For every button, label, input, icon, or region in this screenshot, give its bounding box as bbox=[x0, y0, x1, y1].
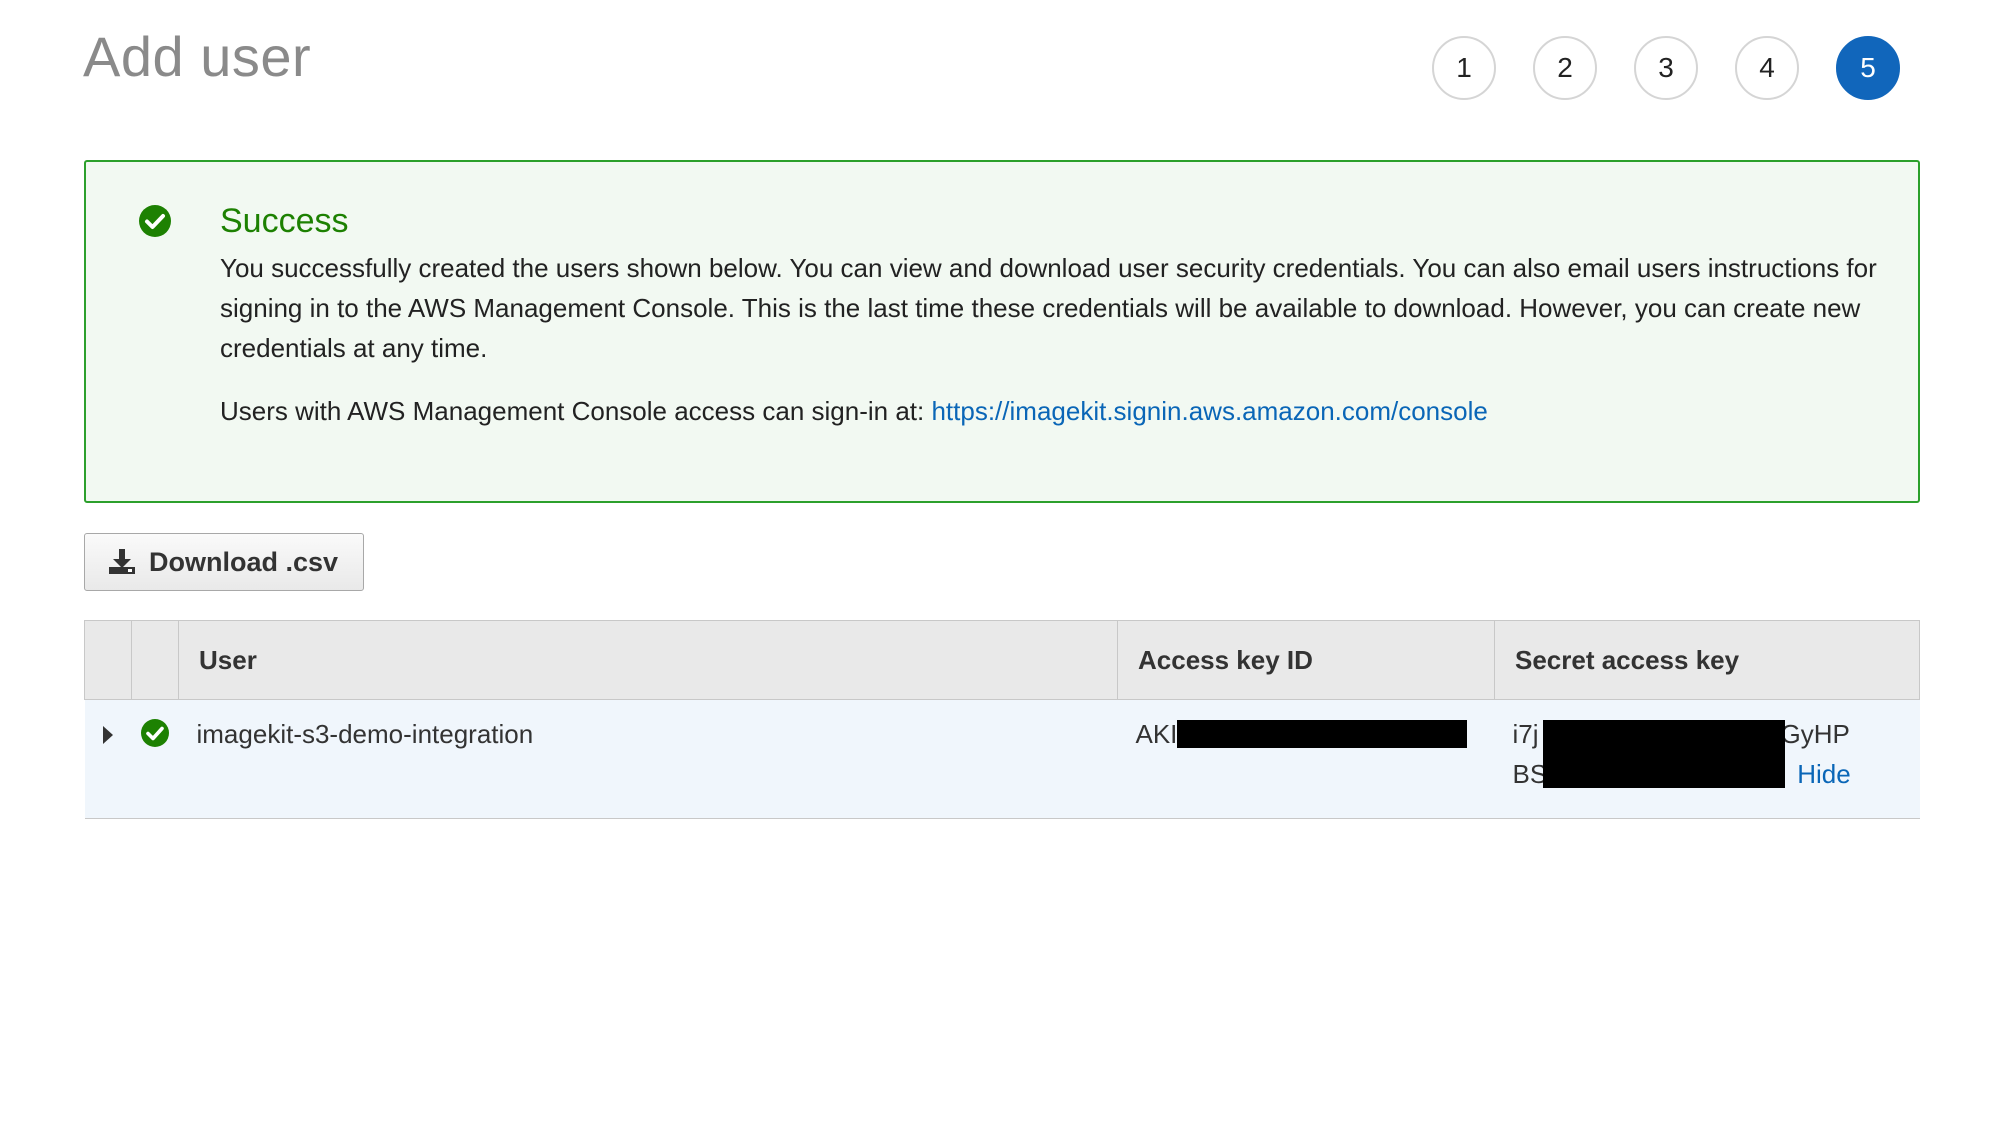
check-circle-icon bbox=[139, 205, 171, 237]
caret-right-icon[interactable] bbox=[103, 726, 113, 744]
header-user[interactable]: User bbox=[178, 620, 1118, 700]
secret-key-cell: i7j GyHP BS Hide bbox=[1494, 699, 1920, 819]
secret-line1-suffix: GyHP bbox=[1780, 719, 1850, 749]
user-name: imagekit-s3-demo-integration bbox=[196, 719, 534, 749]
wizard-steps: 1 2 3 4 5 bbox=[1432, 36, 1900, 100]
alert-title: Success bbox=[220, 202, 349, 240]
header-status-col bbox=[131, 620, 179, 700]
user-cell: imagekit-s3-demo-integration bbox=[178, 699, 1118, 819]
hide-secret-link[interactable]: Hide bbox=[1797, 759, 1850, 789]
access-key-prefix: AKI bbox=[1135, 719, 1178, 749]
step-1[interactable]: 1 bbox=[1432, 36, 1496, 100]
header-expand-col bbox=[84, 620, 132, 700]
download-csv-button[interactable]: Download .csv bbox=[84, 533, 364, 591]
credentials-table: User Access key ID Secret access key ima… bbox=[84, 620, 1920, 819]
header-access-key-id[interactable]: Access key ID bbox=[1117, 620, 1495, 700]
access-key-redaction bbox=[1177, 720, 1468, 748]
access-key-cell: AKI bbox=[1117, 699, 1495, 819]
check-circle-icon bbox=[141, 719, 169, 747]
expand-cell bbox=[84, 699, 132, 819]
table-header-row: User Access key ID Secret access key bbox=[84, 620, 1920, 700]
secret-line1-prefix: i7j bbox=[1512, 719, 1539, 749]
secret-key-redaction bbox=[1542, 720, 1785, 788]
step-4[interactable]: 4 bbox=[1735, 36, 1799, 100]
header-secret-access-key[interactable]: Secret access key bbox=[1494, 620, 1920, 700]
signin-url-link[interactable]: https://imagekit.signin.aws.amazon.com/c… bbox=[931, 396, 1487, 426]
add-user-page: Add user 1 2 3 4 5 Success You successfu… bbox=[0, 0, 2000, 1133]
step-2[interactable]: 2 bbox=[1533, 36, 1597, 100]
signin-line: Users with AWS Management Console access… bbox=[220, 396, 1488, 427]
table-row: imagekit-s3-demo-integration AKI i7j GyHP… bbox=[84, 699, 1920, 819]
alert-body: You successfully created the users shown… bbox=[220, 253, 1877, 363]
secret-key-value: i7j GyHP BS Hide bbox=[1513, 714, 1920, 794]
download-icon bbox=[109, 549, 135, 574]
status-cell bbox=[131, 699, 179, 819]
step-5-active[interactable]: 5 bbox=[1836, 36, 1900, 100]
download-csv-label: Download .csv bbox=[149, 546, 339, 577]
signin-prefix: Users with AWS Management Console access… bbox=[220, 396, 932, 426]
page-title: Add user bbox=[83, 25, 312, 88]
success-alert: Success You successfully created the use… bbox=[84, 160, 1920, 503]
step-3[interactable]: 3 bbox=[1634, 36, 1698, 100]
